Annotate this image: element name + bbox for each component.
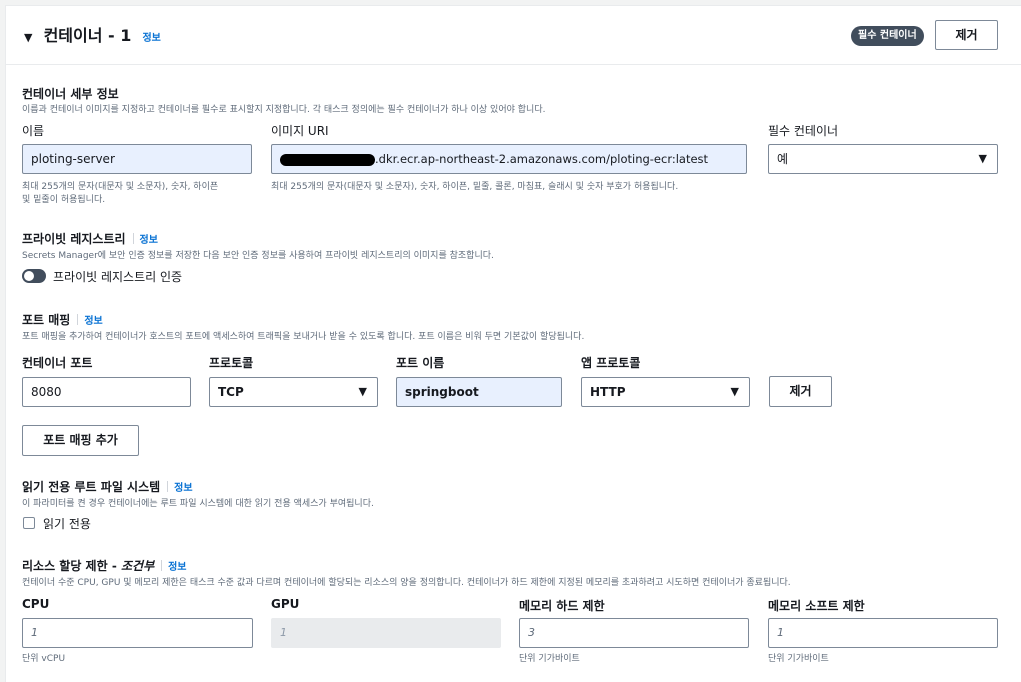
port-mapping-title: 포트 매핑 xyxy=(22,313,71,327)
protocol-select[interactable]: TCP ▼ xyxy=(209,377,378,407)
app-protocol-select-value: HTTP xyxy=(590,385,626,399)
name-hint: 최대 255개의 문자(대문자 및 소문자), 숫자, 하이픈 및 밑줄이 허용… xyxy=(22,181,218,207)
readonly-fs-description: 이 파라미터를 켠 경우 컨테이너에는 루트 파일 시스템에 대한 읽기 전용 … xyxy=(22,499,374,509)
checkbox-icon[interactable] xyxy=(23,517,35,529)
container-info-link[interactable]: 정보 xyxy=(142,33,160,44)
port-name-input[interactable]: springboot xyxy=(396,377,562,407)
essential-select-value: 예 xyxy=(777,152,789,166)
name-hint-line-2: 및 밑줄이 허용됩니다. xyxy=(22,195,106,205)
app-protocol-label: 앱 프로토콜 xyxy=(581,356,641,370)
essential-label: 필수 컨테이너 xyxy=(768,124,839,138)
private-registry-heading: 프라이빗 레지스트리 정보 xyxy=(22,230,158,249)
resources-title: 리소스 할당 제한 - xyxy=(22,559,121,573)
details-title: 컨테이너 세부 정보 xyxy=(22,87,119,101)
caret-down-icon[interactable]: ▼ xyxy=(24,31,32,44)
protocol-label: 프로토콜 xyxy=(209,356,254,370)
essential-select[interactable]: 예 ▼ xyxy=(768,144,998,174)
memory-soft-limit-input[interactable]: 1 xyxy=(768,618,998,648)
gpu-label: GPU xyxy=(271,597,300,611)
memory-hard-limit-hint: 단위 기가바이트 xyxy=(519,654,580,664)
app-protocol-select[interactable]: HTTP ▼ xyxy=(581,377,750,407)
port-mapping-heading: 포트 매핑 정보 xyxy=(22,311,103,330)
port-mapping-info-link[interactable]: 정보 xyxy=(84,316,102,327)
image-uri-label: 이미지 URI xyxy=(271,124,329,138)
name-input[interactable]: ploting-server xyxy=(22,144,252,174)
gpu-input: 1 xyxy=(271,618,501,648)
private-registry-info-link[interactable]: 정보 xyxy=(140,235,158,246)
resources-info-link[interactable]: 정보 xyxy=(168,562,186,573)
redacted-account-id xyxy=(280,153,375,166)
memory-soft-limit-label: 메모리 소프트 제한 xyxy=(768,599,865,613)
image-uri-value: .dkr.ecr.ap-northeast-2.amazonaws.com/pl… xyxy=(375,152,709,166)
cpu-input[interactable]: 1 xyxy=(22,618,253,648)
readonly-fs-heading: 읽기 전용 루트 파일 시스템 정보 xyxy=(22,478,193,497)
image-uri-hint: 최대 255개의 문자(대문자 및 소문자), 숫자, 하이픈, 밑줄, 콜론,… xyxy=(271,182,679,192)
private-registry-description: Secrets Manager에 보안 인증 정보를 저장한 다음 보안 인증 … xyxy=(22,251,494,261)
container-port-input[interactable]: 8080 xyxy=(22,377,191,407)
triangle-down-icon: ▼ xyxy=(730,385,739,398)
memory-hard-limit-label: 메모리 하드 제한 xyxy=(519,599,605,613)
add-port-mapping-button[interactable]: 포트 매핑 추가 xyxy=(22,425,139,456)
container-port-label: 컨테이너 포트 xyxy=(22,356,93,370)
port-name-label: 포트 이름 xyxy=(396,356,445,370)
cpu-hint: 단위 vCPU xyxy=(22,654,66,664)
protocol-select-value: TCP xyxy=(218,385,244,399)
private-registry-toggle-label: 프라이빗 레지스트리 인증 xyxy=(53,270,183,284)
private-registry-title: 프라이빗 레지스트리 xyxy=(22,232,126,246)
toggle-off-icon[interactable] xyxy=(22,269,46,283)
name-label: 이름 xyxy=(22,124,45,138)
name-hint-line-1: 최대 255개의 문자(대문자 및 소문자), 숫자, 하이픈 xyxy=(22,182,219,192)
image-uri-input[interactable]: .dkr.ecr.ap-northeast-2.amazonaws.com/pl… xyxy=(271,144,747,174)
memory-soft-limit-hint: 단위 기가바이트 xyxy=(768,654,829,664)
triangle-down-icon: ▼ xyxy=(978,152,987,165)
container-header: ▼ 컨테이너 - 1 정보 xyxy=(24,26,161,46)
readonly-fs-info-link[interactable]: 정보 xyxy=(174,483,192,494)
container-panel: ▼ 컨테이너 - 1 정보 필수 컨테이너 제거 컨테이너 세부 정보 이름과 … xyxy=(5,5,1021,682)
readonly-checkbox-label: 읽기 전용 xyxy=(43,517,91,531)
remove-port-mapping-button[interactable]: 제거 xyxy=(769,376,832,407)
memory-hard-limit-input[interactable]: 3 xyxy=(519,618,749,648)
cpu-label: CPU xyxy=(22,597,50,611)
readonly-fs-title: 읽기 전용 루트 파일 시스템 xyxy=(22,480,161,494)
container-title: 컨테이너 - 1 xyxy=(43,26,132,45)
resources-title-conditional: 조건부 xyxy=(120,559,155,573)
resources-description: 컨테이너 수준 CPU, GPU 및 메모리 제한은 태스크 수준 값과 다르며… xyxy=(22,578,791,588)
details-description: 이름과 컨테이너 이미지를 지정하고 컨테이너를 필수로 표시할지 지정합니다.… xyxy=(22,105,546,115)
essential-container-badge: 필수 컨테이너 xyxy=(851,26,924,46)
header-divider xyxy=(6,64,1021,65)
port-mapping-description: 포트 매핑을 추가하여 컨테이너가 호스트의 포트에 액세스하여 트래픽을 보내… xyxy=(22,332,585,342)
resources-heading: 리소스 할당 제한 - 조건부 정보 xyxy=(22,557,187,576)
triangle-down-icon: ▼ xyxy=(358,385,367,398)
remove-container-button[interactable]: 제거 xyxy=(935,20,998,50)
